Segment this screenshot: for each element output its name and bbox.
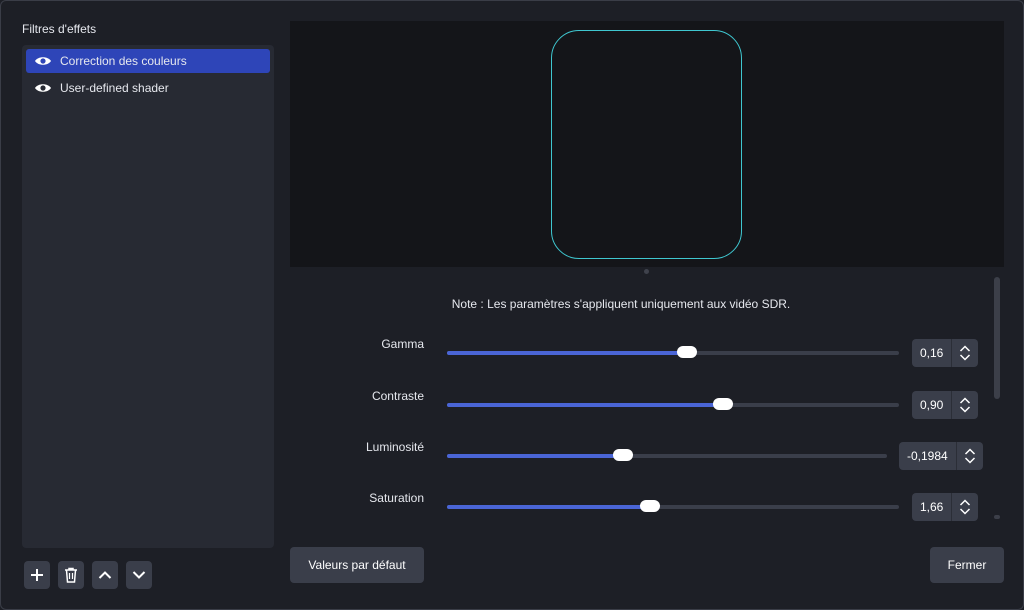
saturation-spinbox[interactable]: 1,66: [912, 493, 979, 521]
spinbox-arrows[interactable]: [952, 493, 978, 521]
eye-icon[interactable]: [34, 54, 52, 68]
saturation-slider[interactable]: [447, 500, 899, 512]
scrollbar-end: [994, 515, 1000, 519]
contrast-spinbox[interactable]: 0,90: [912, 391, 979, 419]
preview-rounded-frame: [551, 30, 742, 259]
filter-item-user-shader[interactable]: User-defined shader: [26, 76, 270, 100]
gamma-slider[interactable]: [447, 346, 899, 358]
slider-fill: [447, 351, 687, 355]
chevron-up-icon[interactable]: [964, 448, 976, 455]
chevron-down-icon[interactable]: [959, 508, 971, 515]
spinbox-value[interactable]: 0,16: [912, 339, 953, 367]
slider-handle[interactable]: [712, 398, 733, 410]
filter-item-label: User-defined shader: [60, 81, 169, 95]
splitter-handle[interactable]: [644, 269, 649, 274]
filter-settings: Note : Les paramètres s'appliquent uniqu…: [290, 277, 1004, 523]
slider-fill: [447, 505, 651, 509]
spinbox-value[interactable]: 0,90: [912, 391, 953, 419]
slider-handle[interactable]: [613, 449, 633, 461]
param-row-saturation: Saturation 1,66: [290, 489, 990, 521]
chevron-down-icon[interactable]: [964, 457, 976, 464]
spinbox-value[interactable]: -0,1984: [899, 442, 957, 470]
brightness-slider[interactable]: [447, 449, 887, 461]
slider-handle[interactable]: [640, 500, 661, 512]
scrollbar-thumb[interactable]: [994, 277, 1000, 399]
param-label: Saturation: [369, 491, 424, 505]
chevron-down-icon[interactable]: [959, 354, 971, 361]
param-row-contrast: Contraste 0,90: [290, 387, 990, 419]
move-down-button[interactable]: [126, 561, 152, 589]
param-label: Gamma: [381, 337, 424, 351]
remove-filter-button[interactable]: [58, 561, 84, 589]
chevron-down-icon[interactable]: [959, 406, 971, 413]
param-label: Luminosité: [365, 440, 424, 454]
chevron-up-icon: [98, 571, 112, 579]
filter-item-color-correction[interactable]: Correction des couleurs: [26, 49, 270, 73]
param-label: Contraste: [371, 389, 424, 403]
filters-panel-title: Filtres d'effets: [22, 22, 97, 36]
chevron-up-icon[interactable]: [959, 397, 971, 404]
spinbox-arrows[interactable]: [952, 391, 978, 419]
settings-scrollbar[interactable]: [993, 277, 1001, 519]
slider-handle[interactable]: [676, 346, 697, 358]
filter-toolbar: [24, 561, 152, 589]
contrast-slider[interactable]: [447, 398, 899, 410]
chevron-down-icon: [132, 571, 146, 579]
add-filter-button[interactable]: [24, 561, 50, 589]
defaults-button[interactable]: Valeurs par défaut: [290, 547, 424, 583]
video-preview: [290, 21, 1004, 267]
filter-item-label: Correction des couleurs: [60, 54, 187, 68]
eye-icon[interactable]: [34, 81, 52, 95]
spinbox-arrows[interactable]: [952, 339, 978, 367]
param-row-gamma: Gamma 0,16: [290, 335, 990, 367]
close-button[interactable]: Fermer: [930, 547, 1004, 583]
slider-fill: [447, 403, 723, 407]
slider-fill: [447, 454, 623, 458]
chevron-up-icon[interactable]: [959, 499, 971, 506]
spinbox-arrows[interactable]: [957, 442, 983, 470]
gamma-spinbox[interactable]: 0,16: [912, 339, 979, 367]
trash-icon: [65, 567, 77, 583]
chevron-up-icon[interactable]: [959, 345, 971, 352]
filter-list: Correction des couleurs User-defined sha…: [22, 45, 274, 548]
brightness-spinbox[interactable]: -0,1984: [899, 442, 983, 470]
sdr-note: Note : Les paramètres s'appliquent uniqu…: [451, 297, 791, 311]
move-up-button[interactable]: [92, 561, 118, 589]
param-row-brightness: Luminosité -0,1984: [290, 438, 990, 470]
add-icon: [31, 569, 43, 581]
spinbox-value[interactable]: 1,66: [912, 493, 953, 521]
filters-window: Filtres d'effets Correction des couleurs…: [0, 0, 1024, 610]
